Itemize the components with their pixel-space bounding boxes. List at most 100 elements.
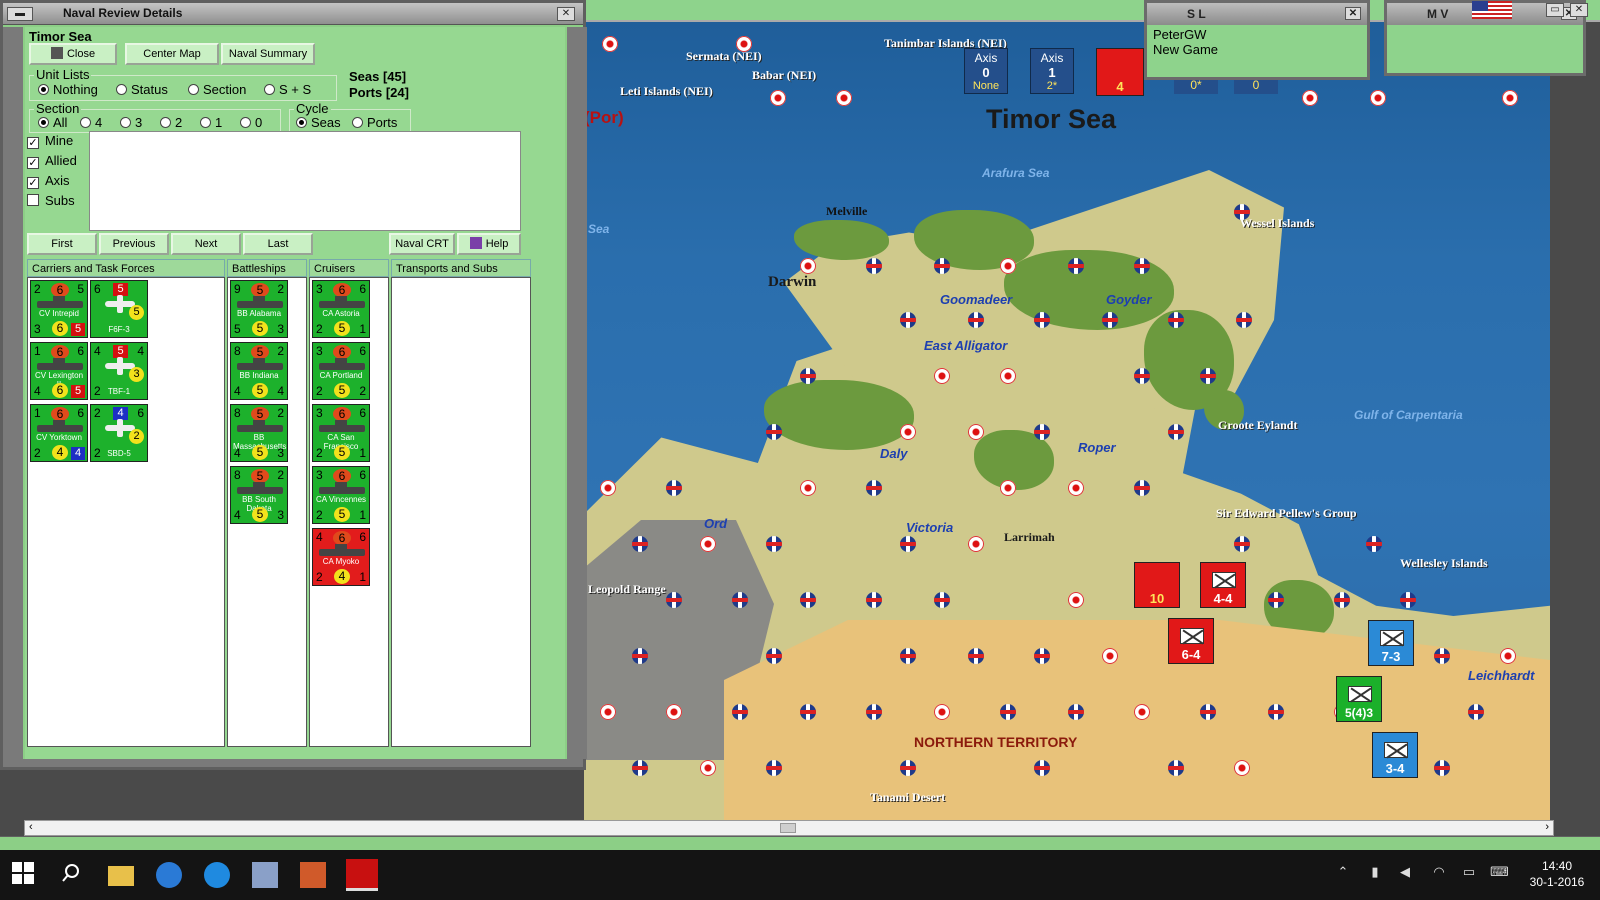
unit-stat: 5 bbox=[251, 469, 269, 483]
unit-stat: 6 bbox=[137, 406, 144, 420]
unit-stat: 3 bbox=[277, 446, 284, 460]
naval-summary-button[interactable]: Naval Summary bbox=[221, 43, 315, 65]
axis-status-box[interactable]: Axis 1 2* bbox=[1030, 48, 1074, 94]
search-icon[interactable] bbox=[60, 862, 86, 888]
section-radio-1[interactable]: 1 bbox=[200, 115, 222, 130]
map-counter[interactable]: 5(4)3 bbox=[1336, 676, 1382, 722]
sl-window[interactable]: S L ✕ PeterGW New Game bbox=[1144, 0, 1370, 80]
close-icon[interactable]: ✕ bbox=[557, 7, 575, 21]
flag-marker bbox=[866, 704, 882, 720]
unit-counter-carrier[interactable]: 2 6 5 CV Intrepid 3 6 5 bbox=[30, 280, 88, 338]
carrier-ship-icon bbox=[37, 358, 83, 370]
unit-counter-battleship[interactable]: 9 5 2 BB Alabama 5 5 3 bbox=[230, 280, 288, 338]
unit-counter-aircraft[interactable]: 2 4 6 2 2 SBD-5 bbox=[90, 404, 148, 462]
map-counter[interactable]: 6-4 bbox=[1168, 618, 1214, 664]
section-radio-2[interactable]: 2 bbox=[160, 115, 182, 130]
section-radio-0[interactable]: 0 bbox=[240, 115, 262, 130]
system-menu-icon[interactable]: ▬ bbox=[7, 7, 33, 21]
radio-status[interactable]: Status bbox=[116, 82, 168, 97]
browser-icon[interactable] bbox=[156, 862, 182, 888]
radio-section[interactable]: Section bbox=[188, 82, 246, 97]
volume-icon[interactable]: ◀ bbox=[1396, 864, 1414, 882]
windows-start-icon[interactable] bbox=[12, 862, 38, 888]
app-window-icon[interactable] bbox=[252, 862, 278, 888]
next-button[interactable]: Next bbox=[171, 233, 241, 255]
taskbar-clock[interactable]: 14:40 30-1-2016 bbox=[1520, 858, 1594, 890]
transports-list[interactable] bbox=[391, 277, 531, 747]
unit-counter-cruiser-axis[interactable]: 4 6 6 CA Myoko 2 4 1 bbox=[312, 528, 370, 586]
unit-counter-cruiser[interactable]: 3 6 6 CA Astoria 2 5 1 bbox=[312, 280, 370, 338]
unit-counter-carrier[interactable]: 1 6 6 CV Yorktown 2 4 4 bbox=[30, 404, 88, 462]
game-launcher-icon[interactable] bbox=[300, 862, 326, 888]
radio-s-plus-s[interactable]: S + S bbox=[264, 82, 311, 97]
unit-counter-battleship[interactable]: 8 5 2 BB South Dakota 4 5 3 bbox=[230, 466, 288, 524]
cruisers-list[interactable]: 3 6 6 CA Astoria 2 5 1 3 6 6 CA Portland… bbox=[309, 277, 389, 747]
cycle-radio-ports[interactable]: Ports bbox=[352, 115, 397, 130]
map-counter[interactable]: 3-4 bbox=[1372, 732, 1418, 778]
map-counter[interactable]: 7-3 bbox=[1368, 620, 1414, 666]
unit-lists-label: Unit Lists bbox=[34, 67, 92, 82]
filter-axis[interactable]: ✓ Axis bbox=[27, 171, 87, 191]
notifications-icon[interactable]: ▭ bbox=[1460, 864, 1478, 882]
flag-marker bbox=[600, 480, 616, 496]
help-button[interactable]: Help bbox=[457, 233, 521, 255]
map-horizontal-scrollbar[interactable]: ‹ › bbox=[24, 820, 1554, 836]
carriers-list[interactable]: 2 6 5 CV Intrepid 3 6 5 1 6 6 CV Lexingt… bbox=[27, 277, 225, 747]
flag-marker bbox=[1200, 368, 1216, 384]
map-counter-air[interactable]: 10 bbox=[1134, 562, 1180, 608]
scroll-left-arrow-icon[interactable]: ‹ bbox=[29, 821, 33, 833]
maf-game-icon[interactable] bbox=[346, 859, 378, 891]
previous-button[interactable]: Previous bbox=[99, 233, 169, 255]
naval-summary-label: Naval Summary bbox=[228, 48, 308, 60]
sl-window-titlebar[interactable]: S L ✕ bbox=[1147, 3, 1367, 25]
filter-allied[interactable]: ✓ Allied bbox=[27, 151, 87, 171]
wifi-icon[interactable]: ◠ bbox=[1430, 864, 1448, 882]
naval-review-window[interactable]: ▬ Naval Review Details ✕ Timor Sea Close… bbox=[0, 0, 587, 770]
unit-stat: 4 bbox=[234, 508, 241, 522]
first-button-label: First bbox=[51, 238, 73, 250]
section-radio-all[interactable]: All bbox=[38, 115, 67, 130]
scrollbar-thumb[interactable] bbox=[780, 823, 796, 833]
unit-counter-aircraft[interactable]: 4 5 4 3 2 TBF-1 bbox=[90, 342, 148, 400]
battery-icon[interactable]: ▮ bbox=[1366, 864, 1384, 882]
game-map[interactable]: Timor Sea Arafura Sea Tanimbar Islands (… bbox=[584, 20, 1550, 820]
unit-counter-aircraft[interactable]: 6 5 5 F6F-3 bbox=[90, 280, 148, 338]
section-radio-3[interactable]: 3 bbox=[120, 115, 142, 130]
file-explorer-icon[interactable] bbox=[108, 866, 134, 886]
unit-counter-cruiser[interactable]: 3 6 6 CA Portland 2 5 2 bbox=[312, 342, 370, 400]
battleships-list[interactable]: 9 5 2 BB Alabama 5 5 3 8 5 2 BB Indiana … bbox=[227, 277, 307, 747]
edge-icon[interactable] bbox=[204, 862, 230, 888]
sl-window-body: PeterGW New Game bbox=[1147, 25, 1367, 59]
naval-crt-button[interactable]: Naval CRT bbox=[389, 233, 455, 255]
last-button[interactable]: Last bbox=[243, 233, 313, 255]
close-button[interactable]: Close bbox=[29, 43, 117, 65]
unit-counter-cruiser[interactable]: 3 6 6 CA San Francisco 2 5 1 bbox=[312, 404, 370, 462]
minimize-icon[interactable]: ▭ bbox=[1546, 3, 1564, 17]
flag-marker bbox=[1502, 90, 1518, 106]
filter-mine[interactable]: ✓ Mine bbox=[27, 131, 87, 151]
cycle-radio-seas[interactable]: Seas bbox=[296, 115, 341, 130]
tray-chevron-icon[interactable]: ⌃ bbox=[1334, 864, 1352, 882]
filter-subs[interactable]: Subs bbox=[27, 191, 87, 211]
scroll-right-arrow-icon[interactable]: › bbox=[1545, 821, 1549, 833]
unit-counter-carrier[interactable]: 1 6 6 CV Lexington II 4 6 5 bbox=[30, 342, 88, 400]
center-map-button[interactable]: Center Map bbox=[125, 43, 219, 65]
unit-counter-battleship[interactable]: 8 5 2 BB Indiana 4 5 4 bbox=[230, 342, 288, 400]
unit-stat: 3 bbox=[34, 322, 41, 336]
keyboard-icon[interactable]: ⌨ bbox=[1490, 864, 1509, 882]
close-icon[interactable]: ✕ bbox=[1345, 7, 1361, 20]
naval-window-titlebar[interactable]: ▬ Naval Review Details ✕ bbox=[3, 3, 583, 25]
radio-label: 4 bbox=[95, 115, 103, 130]
usa-flag-icon[interactable] bbox=[1472, 1, 1512, 19]
map-counter-axis-cruiser[interactable]: 4 bbox=[1096, 48, 1144, 96]
close-icon[interactable]: ✕ bbox=[1570, 3, 1588, 17]
unit-counter-battleship[interactable]: 8 5 2 BB Massachusetts 4 5 3 bbox=[230, 404, 288, 462]
section-radio-4[interactable]: 4 bbox=[80, 115, 102, 130]
map-counter[interactable]: 4-4 bbox=[1200, 562, 1246, 608]
axis-status-box[interactable]: Axis 0 None bbox=[964, 48, 1008, 94]
radio-nothing[interactable]: Nothing bbox=[38, 82, 98, 97]
first-button[interactable]: First bbox=[27, 233, 97, 255]
unit-stat: 4 bbox=[234, 446, 241, 460]
unit-counter-cruiser[interactable]: 3 6 6 CA Vincennes 2 5 1 bbox=[312, 466, 370, 524]
carrier-ship-icon bbox=[37, 420, 83, 432]
